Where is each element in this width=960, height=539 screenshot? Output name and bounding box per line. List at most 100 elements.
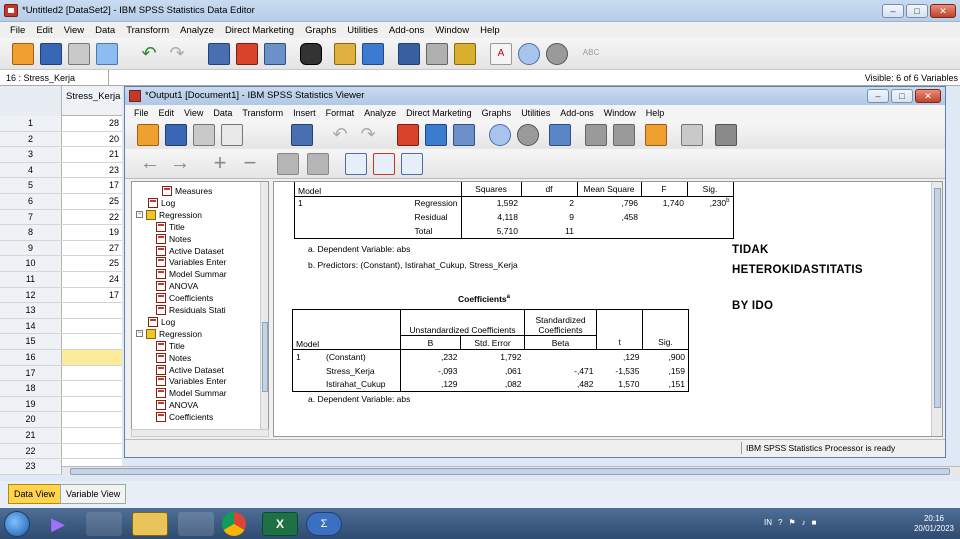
- volume-icon[interactable]: ♪: [802, 518, 806, 527]
- outline-item[interactable]: Variables Enter: [156, 257, 226, 268]
- flag-icon[interactable]: ⚑: [788, 518, 795, 527]
- cell-stress-kerja[interactable]: 23: [62, 163, 122, 178]
- network-icon[interactable]: ■: [812, 518, 817, 527]
- cell-stress-kerja[interactable]: 20: [62, 132, 122, 147]
- cell-stress-kerja[interactable]: 22: [62, 210, 122, 225]
- export-icon[interactable]: [291, 124, 313, 146]
- cell-reference[interactable]: 16 : Stress_Kerja: [6, 73, 75, 83]
- print-preview-icon[interactable]: [221, 124, 243, 146]
- row-number[interactable]: 4: [0, 162, 62, 178]
- media-player-icon[interactable]: ▶: [40, 512, 76, 536]
- row-number[interactable]: 2: [0, 131, 62, 147]
- row-number[interactable]: 20: [0, 412, 62, 427]
- minimize-button[interactable]: ‒: [882, 4, 904, 18]
- outline-item[interactable]: Log: [136, 316, 175, 327]
- viewer-maximize-button[interactable]: □: [891, 89, 913, 103]
- save-icon[interactable]: [165, 124, 187, 146]
- output-content-pane[interactable]: Model Squares df Mean Square F Sig. 1 Reg…: [273, 181, 943, 437]
- cell-stress-kerja[interactable]: 27: [62, 241, 122, 256]
- goto-data-icon[interactable]: [397, 124, 419, 146]
- close-button[interactable]: ✕: [930, 4, 956, 18]
- cell-stress-kerja[interactable]: [62, 397, 122, 412]
- goto-case-icon[interactable]: [208, 43, 230, 65]
- recall-dialog-icon[interactable]: [96, 43, 118, 65]
- redo-icon[interactable]: ↷: [166, 43, 188, 65]
- table-row[interactable]: 18: [0, 381, 122, 397]
- row-number[interactable]: 21: [0, 428, 62, 443]
- print-icon[interactable]: [68, 43, 90, 65]
- scripting-icon[interactable]: [645, 124, 667, 146]
- cell-stress-kerja[interactable]: 19: [62, 225, 122, 240]
- scrollbar-thumb[interactable]: [262, 322, 268, 392]
- viewer-menu-window[interactable]: Window: [604, 108, 636, 118]
- scrollbar-thumb[interactable]: [70, 468, 950, 475]
- use-sets-icon[interactable]: [518, 43, 540, 65]
- maximize-button[interactable]: □: [906, 4, 928, 18]
- collapse-icon[interactable]: −: [239, 152, 261, 175]
- goto-case-icon[interactable]: [425, 124, 447, 146]
- collapse-toggle-icon[interactable]: −: [136, 330, 143, 338]
- cell-stress-kerja[interactable]: [62, 334, 122, 349]
- select-cases-icon[interactable]: [454, 43, 476, 65]
- outline-item[interactable]: Coefficients: [156, 412, 213, 423]
- menu-analyze[interactable]: Analyze: [180, 25, 214, 36]
- menu-direct-marketing[interactable]: Direct Marketing: [225, 25, 294, 36]
- arrow-right-icon[interactable]: →: [169, 153, 191, 175]
- excel-icon[interactable]: X: [262, 512, 298, 536]
- viewer-close-button[interactable]: ✕: [915, 89, 941, 103]
- designate-window-icon[interactable]: [549, 124, 571, 146]
- table-row[interactable]: 13: [0, 303, 122, 319]
- table-row[interactable]: 3 21: [0, 147, 122, 163]
- outline-item[interactable]: ANOVA: [156, 281, 198, 292]
- table-row[interactable]: 14: [0, 318, 122, 335]
- start-button-icon[interactable]: [4, 511, 30, 537]
- viewer-menu-data[interactable]: Data: [213, 108, 232, 118]
- outline-item[interactable]: Model Summar: [156, 269, 227, 280]
- table-row[interactable]: 15: [0, 334, 122, 350]
- menu-graphs[interactable]: Graphs: [305, 25, 336, 36]
- arrow-left-icon[interactable]: ←: [139, 153, 161, 175]
- undo-icon[interactable]: ↶: [329, 124, 351, 146]
- table-row[interactable]: 4 23: [0, 162, 122, 179]
- redo-icon[interactable]: ↷: [357, 124, 379, 146]
- outline-item[interactable]: Measures: [162, 186, 212, 196]
- row-number[interactable]: 6: [0, 194, 62, 209]
- menu-transform[interactable]: Transform: [126, 25, 169, 36]
- table-row[interactable]: 12 17: [0, 287, 122, 304]
- goto-variable-icon[interactable]: [453, 124, 475, 146]
- collapse-toggle-icon[interactable]: −: [136, 211, 143, 219]
- file-explorer-icon[interactable]: [132, 512, 168, 536]
- hide-icon[interactable]: [307, 153, 329, 175]
- cell-stress-kerja[interactable]: [62, 412, 122, 427]
- use-sets-icon[interactable]: [489, 124, 511, 146]
- show-icon[interactable]: [277, 153, 299, 175]
- viewer-menu-graphs[interactable]: Graphs: [482, 108, 512, 118]
- chrome-icon[interactable]: [222, 512, 246, 536]
- table-row[interactable]: 7 22: [0, 209, 122, 226]
- cell-stress-kerja[interactable]: 21: [62, 147, 122, 162]
- viewer-menu-format[interactable]: Format: [326, 108, 355, 118]
- notes-icon[interactable]: [715, 124, 737, 146]
- data-grid[interactable]: Stress_Kerja 1 28 2 20 3 21 4 23 5 17 6 25 7 22 8 19 9 27…: [0, 86, 122, 475]
- cell-stress-kerja[interactable]: [62, 381, 122, 396]
- outline-pane[interactable]: Measures Log − Regression Title Notes Active D…: [131, 181, 269, 437]
- viewer-menu-analyze[interactable]: Analyze: [364, 108, 396, 118]
- row-number[interactable]: 14: [0, 318, 62, 334]
- column-header-stress-kerja[interactable]: Stress_Kerja: [66, 91, 120, 102]
- viewer-menu-transform[interactable]: Transform: [242, 108, 283, 118]
- row-number[interactable]: 10: [0, 256, 62, 271]
- table-row[interactable]: 19: [0, 396, 122, 413]
- row-number[interactable]: 5: [0, 178, 62, 193]
- table-row[interactable]: 5 17: [0, 178, 122, 194]
- viewer-menu-help[interactable]: Help: [646, 108, 665, 118]
- table-row[interactable]: 1 28: [0, 116, 122, 132]
- row-number[interactable]: 11: [0, 272, 62, 287]
- outline-item[interactable]: Notes: [156, 233, 191, 244]
- cell-stress-kerja[interactable]: 17: [62, 178, 122, 193]
- outline-item[interactable]: Notes: [156, 352, 191, 363]
- cell-stress-kerja[interactable]: 25: [62, 194, 122, 209]
- spell-check-icon[interactable]: ABC: [580, 43, 602, 65]
- promote-icon[interactable]: [585, 124, 607, 146]
- insert-heading-icon[interactable]: [345, 153, 367, 175]
- outline-item[interactable]: Variables Enter: [156, 376, 226, 387]
